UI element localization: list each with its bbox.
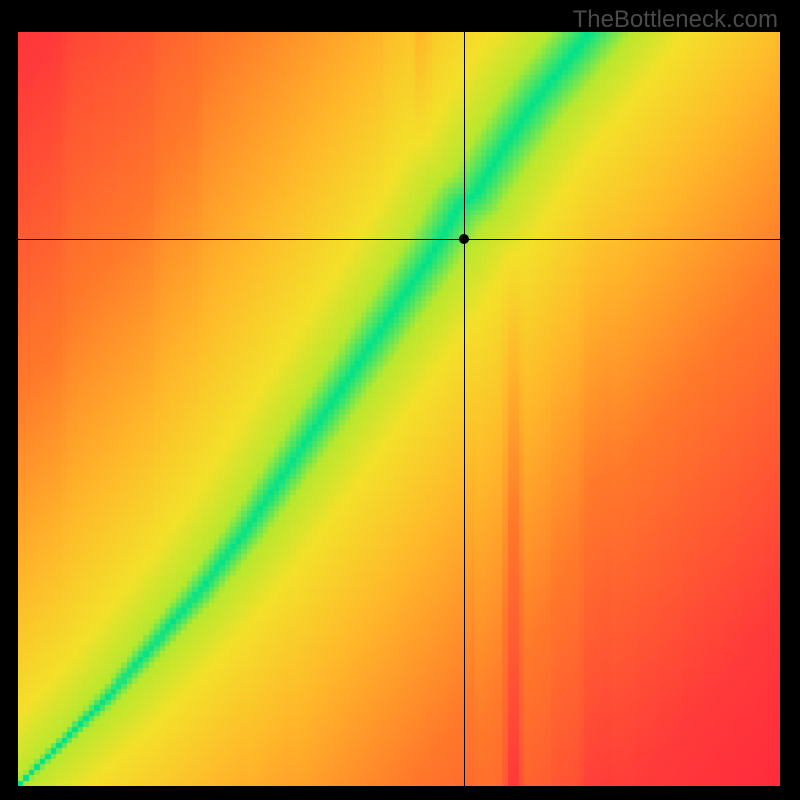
crosshair-horizontal: [18, 239, 780, 240]
crosshair-vertical: [464, 32, 465, 786]
heatmap-canvas: [18, 32, 780, 786]
heatmap-plot: [18, 32, 780, 786]
watermark-text: TheBottleneck.com: [573, 6, 778, 34]
